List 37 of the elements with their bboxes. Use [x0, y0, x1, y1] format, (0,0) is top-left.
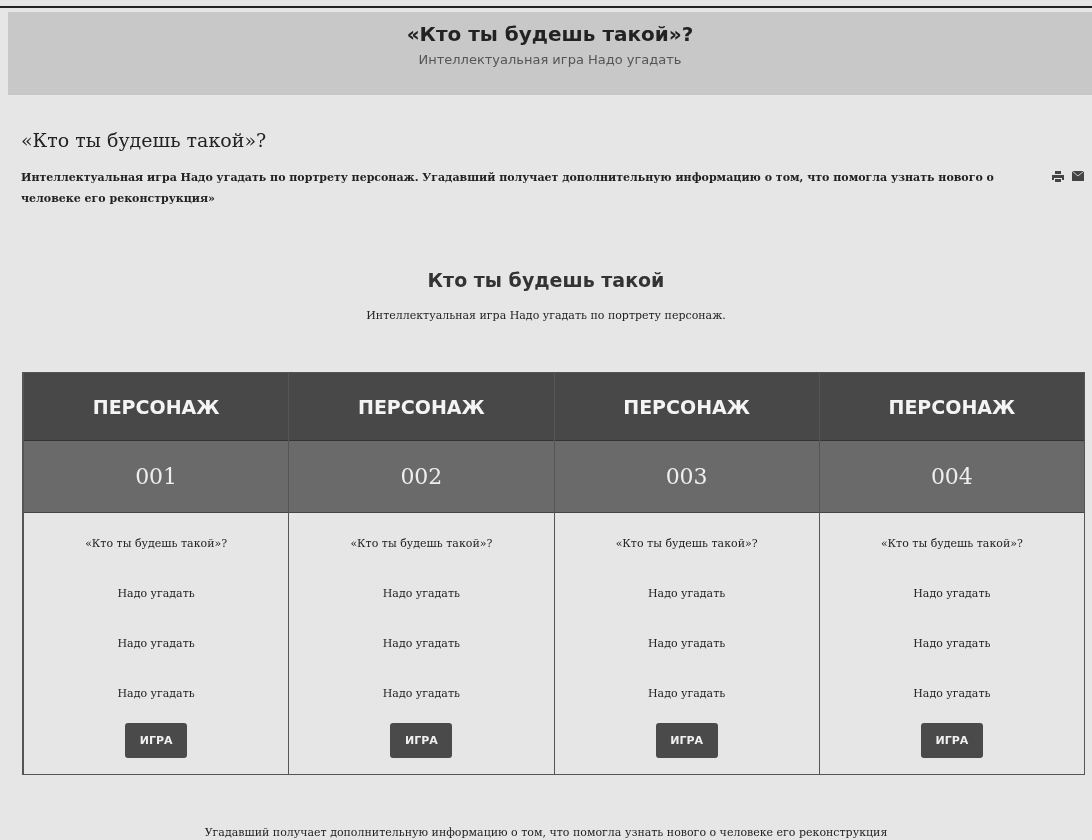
feature-text: Надо угадать	[913, 636, 991, 652]
site-title: «Кто ты будешь такой»?	[406, 22, 694, 46]
feature-text: Надо угадать	[913, 586, 991, 602]
print-icon[interactable]	[1052, 171, 1064, 182]
intro-paragraph: Интеллектуальная игра Надо угадать по портрету персонаж. Угадавший получает дополнительную информацию о том, что помогла узнать нового о человеке его реконструкция»	[21, 170, 995, 207]
column-header: ПЕРСОНАЖ	[24, 373, 289, 441]
number-band: 004	[819, 441, 1084, 513]
column-header: ПЕРСОНАЖ	[819, 373, 1084, 441]
section-subtitle: Интеллектуальная игра Надо угадать по портрету персонаж.	[366, 309, 726, 322]
feature-text: Надо угадать	[648, 586, 726, 602]
feature-text: «Кто ты будешь такой»?	[880, 536, 1023, 552]
feature-text: «Кто ты будешь такой»?	[350, 536, 493, 552]
feature-text: Надо угадать	[117, 586, 195, 602]
column-header: ПЕРСОНАЖ	[289, 373, 554, 441]
play-button[interactable]: ИГРА	[655, 723, 718, 758]
footer-text: Угадавший получает дополнительную информацию о том, что помогла узнать нового о человеке его реконструкция	[204, 826, 888, 839]
feature-text: Надо угадать	[382, 586, 460, 602]
feature-text: Надо угадать	[648, 686, 726, 702]
feature-text: Надо угадать	[117, 686, 195, 702]
section-title: Кто ты будешь такой	[427, 269, 665, 291]
feature-text: Надо угадать	[913, 686, 991, 702]
number-band: 002	[289, 441, 554, 513]
column-header: ПЕРСОНАЖ	[554, 373, 819, 441]
feature-text: «Кто ты будешь такой»?	[615, 536, 758, 552]
site-subtitle: Интеллектуальная игра Надо угадать	[418, 52, 682, 67]
feature-text: Надо угадать	[648, 636, 726, 652]
play-button[interactable]: ИГРА	[125, 723, 188, 758]
play-button[interactable]: ИГРА	[390, 723, 453, 758]
feature-text: Надо угадать	[382, 636, 460, 652]
play-button[interactable]: ИГРА	[920, 723, 983, 758]
feature-text: «Кто ты будешь такой»?	[85, 536, 228, 552]
number-band: 003	[554, 441, 819, 513]
feature-text: Надо угадать	[117, 636, 195, 652]
email-icon[interactable]	[1072, 171, 1084, 181]
number-band: 001	[24, 441, 289, 513]
feature-text: Надо угадать	[382, 686, 460, 702]
article-title: «Кто ты будешь такой»?	[21, 129, 268, 151]
